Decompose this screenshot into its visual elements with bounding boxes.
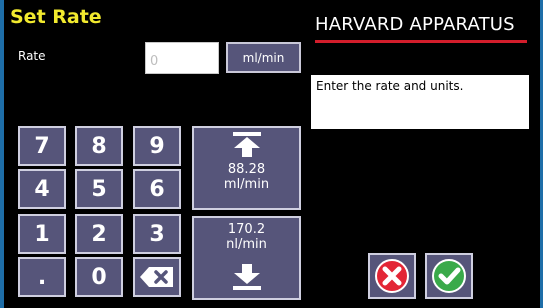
min-rate-button[interactable]: 170.2 nl/min — [192, 216, 301, 300]
key-8[interactable]: 8 — [75, 126, 123, 166]
instruction-message: Enter the rate and units. — [311, 75, 529, 129]
confirm-button[interactable] — [425, 253, 473, 299]
cancel-button[interactable] — [368, 253, 416, 299]
arrow-down-to-min-icon — [232, 264, 261, 290]
backspace-icon — [140, 267, 173, 287]
key-2[interactable]: 2 — [75, 214, 123, 254]
backspace-button[interactable] — [133, 257, 181, 297]
max-rate-unit: ml/min — [223, 177, 270, 192]
key-decimal[interactable]: . — [18, 257, 66, 297]
min-rate-unit: nl/min — [226, 237, 267, 252]
key-7[interactable]: 7 — [18, 126, 66, 166]
key-1[interactable]: 1 — [18, 214, 66, 254]
key-0[interactable]: 0 — [75, 257, 123, 297]
rate-label: Rate — [18, 49, 46, 63]
brand-underline — [315, 40, 527, 43]
min-rate-value: 170.2 — [227, 222, 266, 237]
unit-select-button[interactable]: ml/min — [226, 42, 301, 73]
page-title: Set Rate — [10, 6, 102, 28]
key-4[interactable]: 4 — [18, 169, 66, 209]
brand-name: HARVARD APPARATUS — [315, 14, 515, 35]
key-9[interactable]: 9 — [133, 126, 181, 166]
max-rate-button[interactable]: 88.28 ml/min — [192, 126, 301, 210]
key-5[interactable]: 5 — [75, 169, 123, 209]
arrow-up-to-max-icon — [232, 132, 261, 157]
cancel-icon — [375, 259, 409, 293]
rate-input[interactable] — [145, 42, 219, 74]
key-3[interactable]: 3 — [133, 214, 181, 254]
key-6[interactable]: 6 — [133, 169, 181, 209]
checkmark-icon — [432, 259, 466, 293]
max-rate-value: 88.28 — [227, 162, 266, 177]
